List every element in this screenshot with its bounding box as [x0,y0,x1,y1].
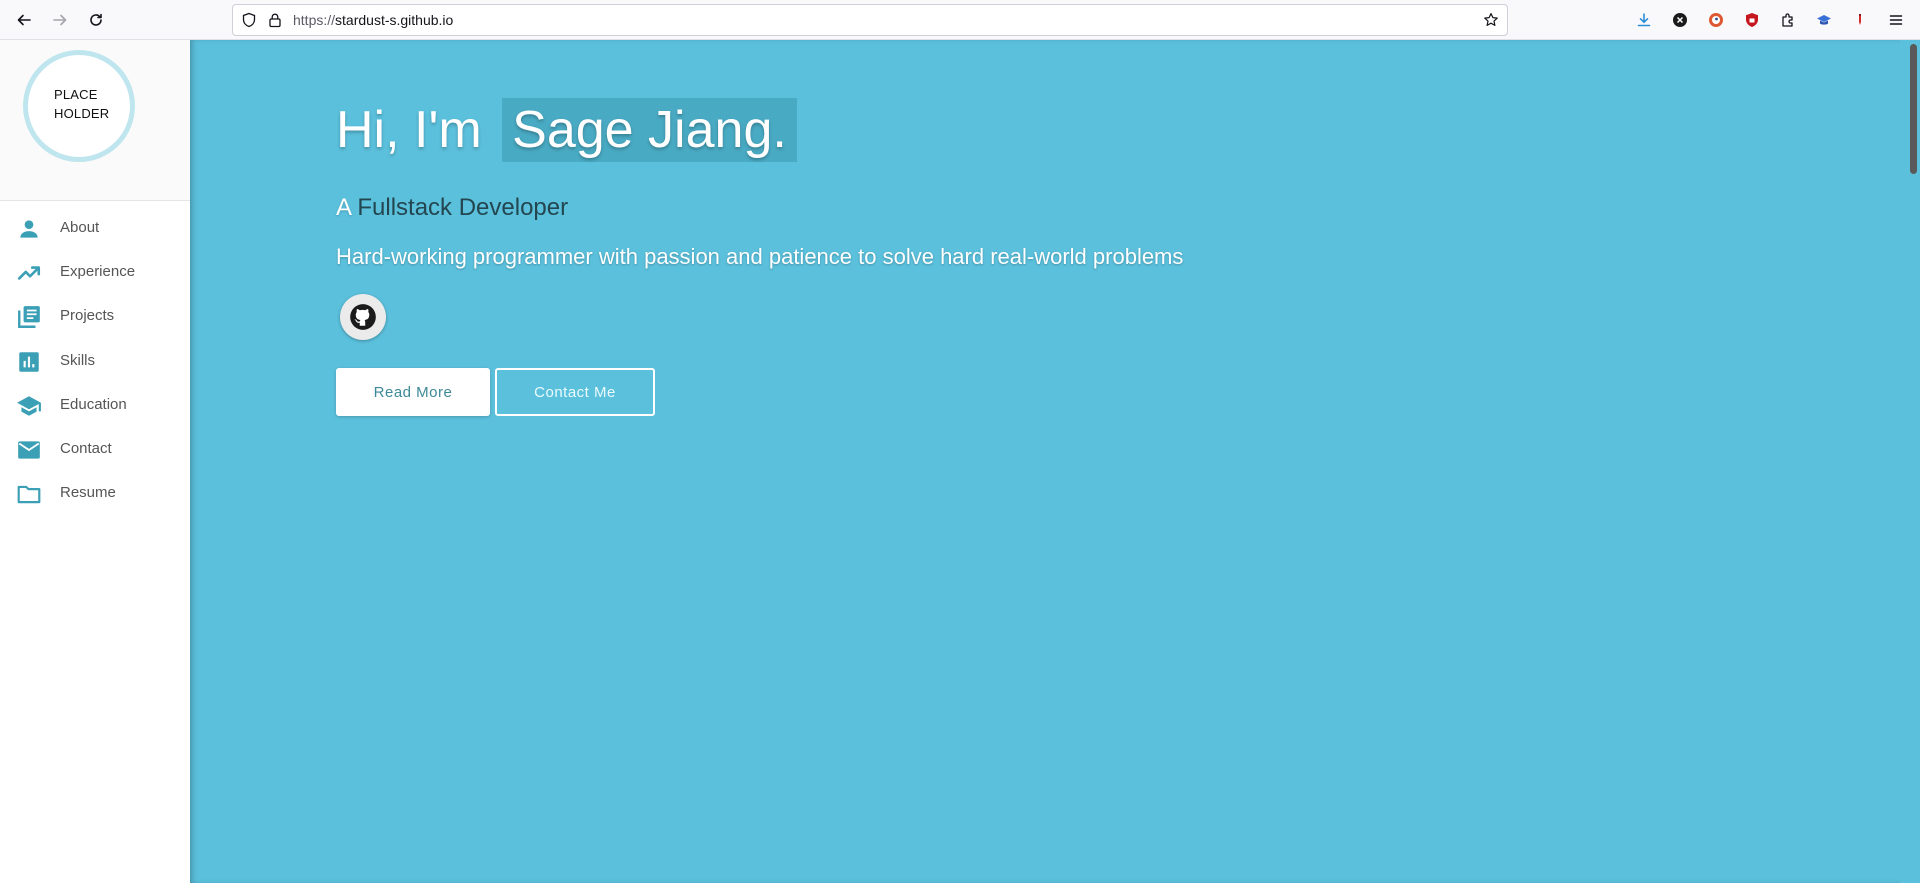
read-more-button[interactable]: Read More [336,368,490,416]
mail-icon [16,437,42,463]
hero-tagline: Hard-working programmer with passion and… [336,244,1184,269]
contact-me-button[interactable]: Contact Me [495,368,655,416]
sidebar: PLACE HOLDER About Experience Projects S… [0,40,190,883]
hero-name: Sage Jiang. [502,98,797,162]
hamburger-menu-icon[interactable] [1882,6,1910,34]
sidebar-item-skills[interactable]: Skills [0,341,190,381]
scrollbar-thumb[interactable] [1910,44,1917,174]
github-link[interactable] [340,294,386,340]
url-host: stardust-s.github.io [335,12,454,28]
avatar-line-2: HOLDER [54,106,110,121]
sidebar-item-label: Education [60,396,127,413]
hero-section [190,40,1900,883]
sidebar-item-contact[interactable]: Contact [0,429,190,469]
hero-title: Hi, I'm Sage Jiang. [336,98,797,162]
sidebar-item-resume[interactable]: Resume [0,473,190,513]
forward-arrow-icon[interactable] [46,6,74,34]
hero-role-prefix: A [336,194,351,221]
sidebar-item-education[interactable]: Education [0,385,190,425]
sidebar-item-label: Skills [60,352,96,369]
avatar: PLACE HOLDER [23,50,135,162]
hero-greeting: Hi, I'm [336,101,482,159]
x-extension-icon[interactable] [1666,6,1694,34]
hero-role: A Fullstack Developer [336,194,568,222]
mortarboard-icon[interactable] [1810,6,1838,34]
library-books-icon [16,304,42,330]
download-icon[interactable] [1630,6,1658,34]
sidebar-item-label: Experience [60,263,136,280]
person-icon [16,216,42,242]
hero-role-title: Fullstack Developer [357,194,569,221]
url-bar[interactable]: https://stardust-s.github.io [232,4,1508,36]
sidebar-item-about[interactable]: About [0,208,190,248]
sidebar-item-experience[interactable]: Experience [0,252,190,292]
sidebar-item-label: Projects [60,307,115,324]
school-icon [16,393,42,419]
ublock-icon[interactable] [1738,6,1766,34]
sidebar-item-projects[interactable]: Projects [0,296,190,336]
lock-icon[interactable] [267,12,283,28]
star-icon[interactable] [1483,12,1499,28]
back-arrow-icon[interactable] [10,6,38,34]
browser-toolbar: https://stardust-s.github.io [0,0,1920,40]
sidebar-item-label: About [60,219,100,236]
shield-icon[interactable] [241,12,257,28]
trending-up-icon [16,260,42,286]
avatar-placeholder-text: PLACE HOLDER [54,85,109,123]
avatar-line-1: PLACE [54,87,98,102]
github-icon [350,304,376,330]
duckduckgo-icon[interactable] [1702,6,1730,34]
url-text[interactable]: https://stardust-s.github.io [293,5,453,35]
sidebar-item-label: Resume [60,484,116,501]
reload-icon[interactable] [82,6,110,34]
sidebar-item-label: Contact [60,440,112,457]
bar-chart-icon [16,349,42,375]
url-protocol: https:// [293,12,336,28]
extensions-puzzle-icon[interactable] [1774,6,1802,34]
pen-icon[interactable] [1846,6,1874,34]
profile-area: PLACE HOLDER [0,40,190,201]
folder-icon [16,481,42,507]
